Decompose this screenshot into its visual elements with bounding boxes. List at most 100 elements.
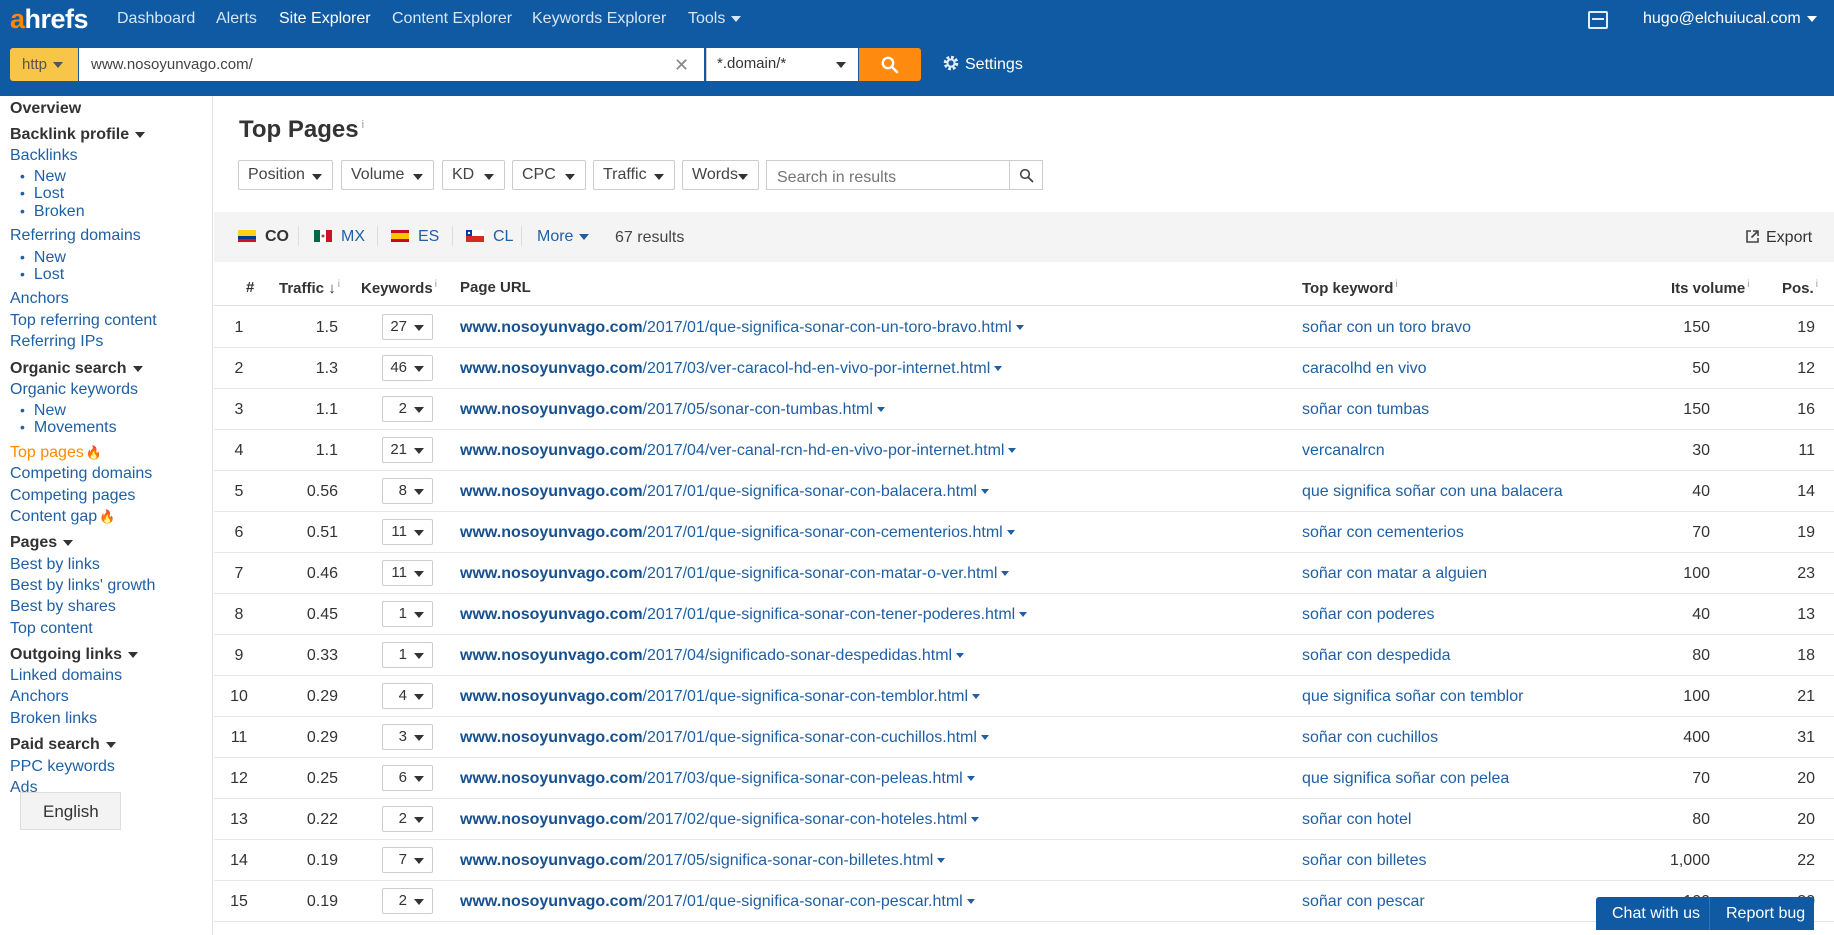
filter-traffic[interactable]: Traffic	[593, 160, 675, 190]
sidebar-content-gap[interactable]: Content gap 🔥	[10, 508, 115, 526]
language-switcher[interactable]: English	[20, 792, 121, 830]
chevron-down-icon[interactable]	[971, 817, 980, 823]
col-header-position[interactable]: Pos. i	[1782, 279, 1818, 297]
url-input[interactable]	[79, 48, 704, 81]
top-keyword-link[interactable]: soñar con un toro bravo	[1302, 319, 1471, 337]
page-url-link[interactable]: www.nosoyunvago.com/2017/04/ver-canal-rc…	[460, 442, 1017, 460]
nav-tools[interactable]: Tools	[688, 10, 742, 28]
top-keyword-link[interactable]: que significa soñar con pelea	[1302, 770, 1509, 788]
results-search-input[interactable]	[766, 160, 1010, 190]
sidebar-ok-movements[interactable]: Movements	[20, 419, 117, 437]
sidebar-best-by-links[interactable]: Best by links	[10, 556, 100, 574]
sidebar-outgoing-links[interactable]: Outgoing links	[10, 646, 138, 664]
sidebar-top-content[interactable]: Top content	[10, 620, 93, 638]
sidebar-referring-domains[interactable]: Referring domains	[10, 227, 141, 245]
top-keyword-link[interactable]: que significa soñar con temblor	[1302, 688, 1523, 706]
ahrefs-logo[interactable]: ahrefs	[10, 4, 89, 35]
sidebar-rd-lost[interactable]: Lost	[20, 266, 64, 284]
keywords-dropdown[interactable]: 3	[382, 724, 433, 750]
col-header-volume[interactable]: Its volume i	[1671, 279, 1749, 297]
top-keyword-link[interactable]: soñar con cementerios	[1302, 524, 1464, 542]
filter-cpc[interactable]: CPC	[512, 160, 586, 190]
nav-dashboard[interactable]: Dashboard	[117, 10, 195, 28]
clear-icon[interactable]: ✕	[674, 55, 689, 76]
chevron-down-icon[interactable]	[937, 858, 946, 864]
sidebar-pages[interactable]: Pages	[10, 534, 74, 552]
chevron-down-icon[interactable]	[994, 366, 1003, 372]
top-keyword-link[interactable]: soñar con poderes	[1302, 606, 1435, 624]
chevron-down-icon[interactable]	[966, 776, 975, 782]
info-icon[interactable]: i	[435, 279, 437, 290]
keywords-dropdown[interactable]: 2	[382, 806, 433, 832]
sidebar-overview[interactable]: Overview	[10, 100, 81, 118]
sidebar-top-referring-content[interactable]: Top referring content	[10, 312, 157, 330]
keywords-dropdown[interactable]: 1	[382, 642, 433, 668]
page-url-link[interactable]: www.nosoyunvago.com/2017/05/significa-so…	[460, 852, 946, 870]
top-keyword-link[interactable]: soñar con matar a alguien	[1302, 565, 1487, 583]
page-url-link[interactable]: www.nosoyunvago.com/2017/01/que-signific…	[460, 606, 1028, 624]
chevron-down-icon[interactable]	[876, 407, 885, 413]
info-icon[interactable]: i	[1747, 279, 1749, 290]
sidebar-referring-ips[interactable]: Referring IPs	[10, 333, 103, 351]
page-url-link[interactable]: www.nosoyunvago.com/2017/04/significado-…	[460, 647, 965, 665]
chevron-down-icon[interactable]	[1008, 448, 1017, 454]
search-button[interactable]	[859, 48, 921, 81]
inbox-icon[interactable]	[1588, 11, 1608, 29]
keywords-dropdown[interactable]: 6	[382, 765, 433, 791]
top-keyword-link[interactable]: que significa soñar con una balacera	[1302, 483, 1563, 501]
top-keyword-link[interactable]: soñar con billetes	[1302, 852, 1427, 870]
more-countries-dropdown[interactable]: More	[537, 228, 590, 246]
page-url-link[interactable]: www.nosoyunvago.com/2017/05/sonar-con-tu…	[460, 401, 885, 419]
country-tab-cl[interactable]: CL	[466, 228, 513, 246]
col-header-keywords[interactable]: Keywords i	[361, 279, 437, 297]
sidebar-rd-new[interactable]: New	[20, 249, 66, 267]
page-url-link[interactable]: www.nosoyunvago.com/2017/01/que-signific…	[460, 688, 981, 706]
chevron-down-icon[interactable]	[966, 899, 975, 905]
user-menu[interactable]: hugo@elchuiucal.com	[1643, 10, 1817, 28]
top-keyword-link[interactable]: soñar con despedida	[1302, 647, 1451, 665]
col-header-top-keyword[interactable]: Top keyword i	[1302, 279, 1398, 297]
page-url-link[interactable]: www.nosoyunvago.com/2017/01/que-signific…	[460, 893, 975, 911]
country-tab-es[interactable]: ES	[391, 228, 439, 246]
filter-words[interactable]: Words	[682, 160, 759, 190]
sidebar-competing-pages[interactable]: Competing pages	[10, 487, 135, 505]
chat-button[interactable]: Chat with us	[1596, 897, 1700, 930]
sidebar-backlinks[interactable]: Backlinks	[10, 147, 78, 165]
keywords-dropdown[interactable]: 11	[382, 560, 433, 586]
filter-volume[interactable]: Volume	[341, 160, 434, 190]
nav-site-explorer[interactable]: Site Explorer	[279, 10, 371, 28]
info-icon[interactable]: i	[338, 279, 340, 290]
top-keyword-link[interactable]: vercanalrcn	[1302, 442, 1385, 460]
top-keyword-link[interactable]: soñar con hotel	[1302, 811, 1411, 829]
chevron-down-icon[interactable]	[980, 489, 989, 495]
chevron-down-icon[interactable]	[1019, 612, 1028, 618]
sidebar-paid-search[interactable]: Paid search	[10, 736, 116, 754]
chevron-down-icon[interactable]	[980, 735, 989, 741]
keywords-dropdown[interactable]: 46	[382, 355, 433, 381]
sidebar-broken-links[interactable]: Broken links	[10, 710, 97, 728]
keywords-dropdown[interactable]: 8	[382, 478, 433, 504]
country-tab-mx[interactable]: MX	[314, 228, 365, 246]
sidebar-competing-domains[interactable]: Competing domains	[10, 465, 152, 483]
sidebar-backlinks-lost[interactable]: Lost	[20, 185, 64, 203]
sidebar-top-pages[interactable]: Top pages 🔥	[10, 444, 102, 462]
chevron-down-icon[interactable]	[1015, 325, 1024, 331]
keywords-dropdown[interactable]: 1	[382, 601, 433, 627]
sidebar-anchors[interactable]: Anchors	[10, 290, 69, 308]
nav-content-explorer[interactable]: Content Explorer	[392, 10, 512, 28]
sidebar-ppc-keywords[interactable]: PPC keywords	[10, 758, 115, 776]
sidebar-anchors-outgoing[interactable]: Anchors	[10, 688, 69, 706]
sidebar-best-by-shares[interactable]: Best by shares	[10, 598, 116, 616]
keywords-dropdown[interactable]: 21	[382, 437, 433, 463]
top-keyword-link[interactable]: soñar con pescar	[1302, 893, 1425, 911]
page-url-link[interactable]: www.nosoyunvago.com/2017/03/ver-caracol-…	[460, 360, 1003, 378]
top-keyword-link[interactable]: caracolhd en vivo	[1302, 360, 1427, 378]
nav-alerts[interactable]: Alerts	[216, 10, 257, 28]
page-url-link[interactable]: www.nosoyunvago.com/2017/01/que-signific…	[460, 565, 1010, 583]
sidebar-ok-new[interactable]: New	[20, 402, 66, 420]
keywords-dropdown[interactable]: 7	[382, 847, 433, 873]
page-url-link[interactable]: www.nosoyunvago.com/2017/02/que-signific…	[460, 811, 980, 829]
filter-kd[interactable]: KD	[442, 160, 505, 190]
sidebar-backlinks-new[interactable]: New	[20, 168, 66, 186]
chevron-down-icon[interactable]	[1001, 571, 1010, 577]
